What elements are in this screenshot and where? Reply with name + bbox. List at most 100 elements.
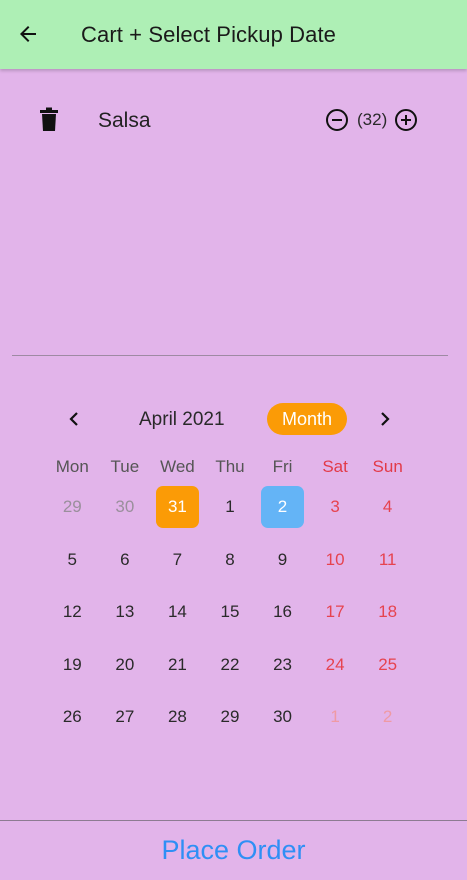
calendar-week: 29 30 31 1 2 3 4 [46, 481, 414, 534]
weekday-wed: Wed [160, 457, 195, 476]
calendar-day[interactable]: 9 [256, 534, 309, 587]
calendar-week: 5 6 7 8 9 10 11 [46, 534, 414, 587]
calendar-day-number: 1 [225, 497, 235, 517]
calendar-day[interactable]: 27 [99, 691, 152, 744]
next-month-button[interactable] [373, 406, 397, 432]
calendar-day-number: 29 [62, 497, 82, 517]
back-button[interactable] [14, 20, 42, 48]
calendar-day-number: 2 [382, 707, 393, 727]
calendar-day-number: 25 [378, 654, 398, 674]
calendar-day[interactable]: 10 [309, 534, 362, 587]
calendar-day[interactable]: 5 [46, 534, 99, 587]
page-title: Cart + Select Pickup Date [81, 22, 337, 47]
delete-item-button[interactable] [38, 106, 60, 132]
calendar-day-number: 28 [167, 707, 187, 727]
calendar-day-number: 5 [67, 549, 78, 569]
calendar-day[interactable]: 24 [309, 639, 362, 692]
calendar-day[interactable]: 8 [204, 534, 257, 587]
calendar-day[interactable]: 15 [204, 586, 257, 639]
calendar-day[interactable]: 29 [204, 691, 257, 744]
increment-button[interactable] [394, 108, 418, 132]
calendar-day-number: 30 [273, 707, 292, 727]
minus-circle-icon [326, 109, 348, 131]
calendar-header: April 2021 Month [0, 400, 467, 438]
prev-month-button[interactable] [62, 406, 86, 432]
calendar-day-number: 9 [277, 549, 288, 569]
quantity-stepper: (32) [325, 107, 418, 133]
weekday-sat: Sat [322, 457, 348, 476]
calendar-day[interactable]: 12 [46, 586, 99, 639]
calendar-day[interactable]: 28 [151, 691, 204, 744]
calendar-day[interactable]: 11 [361, 534, 414, 587]
calendar-day-number: 24 [325, 654, 345, 674]
calendar-day[interactable]: 13 [99, 586, 152, 639]
calendar-day-number: 23 [273, 654, 292, 674]
calendar-week: 12 13 14 15 16 17 18 [46, 586, 414, 639]
calendar-day-number: 22 [220, 654, 240, 674]
calendar-day-number: 16 [273, 602, 292, 622]
calendar-day-number: 8 [225, 549, 235, 569]
calendar-day-number: 20 [115, 654, 135, 674]
cart-item-row: Salsa (32) [0, 96, 467, 146]
chevron-left-icon [69, 412, 78, 426]
calendar-day-number: 7 [172, 549, 183, 569]
calendar-day-number: 15 [220, 602, 240, 622]
format-toggle-button[interactable]: Month [267, 403, 347, 435]
weekday-thu: Thu [215, 457, 245, 476]
cart-item-name: Salsa [98, 109, 151, 132]
calendar-day[interactable]: 17 [309, 586, 362, 639]
calendar-day-number: 19 [62, 654, 82, 674]
calendar-day[interactable]: 16 [256, 586, 309, 639]
section-divider [12, 355, 448, 356]
calendar-day-selected[interactable]: 2 [256, 481, 309, 534]
calendar-week: 26 27 28 29 30 1 2 [46, 691, 414, 744]
calendar-day[interactable]: 2 [361, 691, 414, 744]
calendar-day-number: 27 [115, 707, 135, 727]
calendar-day-number: 6 [120, 549, 130, 569]
calendar-day[interactable]: 30 [99, 481, 152, 534]
calendar-day[interactable]: 20 [99, 639, 152, 692]
weekday-sun: Sun [372, 457, 403, 476]
calendar-day[interactable]: 25 [361, 639, 414, 692]
calendar-day-number: 10 [325, 549, 345, 569]
calendar-grid: 29 30 31 1 2 3 4 5 6 7 8 9 10 11 12 13 14 15 16 17 18 19 20 21 2… [46, 481, 414, 744]
calendar-day-number: 31 [167, 497, 187, 517]
calendar-day-number: 1 [330, 707, 340, 727]
calendar-day[interactable]: 18 [361, 586, 414, 639]
calendar-day[interactable]: 3 [309, 481, 362, 534]
calendar-day[interactable]: 29 [46, 481, 99, 534]
calendar-day[interactable]: 14 [151, 586, 204, 639]
calendar-day[interactable]: 4 [361, 481, 414, 534]
calendar-week: 19 20 21 22 23 24 25 [46, 639, 414, 692]
calendar-day[interactable]: 21 [151, 639, 204, 692]
calendar-day-number: 2 [277, 497, 288, 517]
calendar-day-number: 4 [382, 497, 393, 517]
calendar-day[interactable]: 1 [309, 691, 362, 744]
calendar-day-number: 18 [378, 602, 398, 622]
calendar-day[interactable]: 6 [99, 534, 152, 587]
trash-icon [40, 107, 58, 131]
calendar-day[interactable]: 7 [151, 534, 204, 587]
calendar-day-number: 26 [62, 707, 82, 727]
plus-circle-icon [395, 109, 418, 131]
place-order-button[interactable]: Place Order [0, 821, 467, 880]
calendar-day-number: 21 [167, 654, 187, 674]
chevron-right-icon [381, 412, 390, 426]
calendar-day-number: 12 [62, 602, 82, 622]
calendar-day[interactable]: 30 [256, 691, 309, 744]
decrement-button[interactable] [325, 108, 349, 132]
weekday-tue: Tue [110, 457, 140, 476]
calendar-day[interactable]: 1 [204, 481, 257, 534]
arrow-left-icon [20, 26, 36, 42]
calendar-day-today[interactable]: 31 [151, 481, 204, 534]
calendar-day-number: 3 [330, 497, 340, 517]
calendar-day[interactable]: 26 [46, 691, 99, 744]
month-label[interactable]: April 2021 [139, 409, 225, 431]
calendar-day[interactable]: 19 [46, 639, 99, 692]
calendar-day[interactable]: 22 [204, 639, 257, 692]
calendar-day-number: 11 [378, 549, 397, 569]
weekday-row: Mon Tue Wed Thu Fri Sat Sun [46, 457, 414, 481]
calendar-day[interactable]: 23 [256, 639, 309, 692]
quantity-value: (32) [357, 110, 388, 129]
calendar-day-number: 17 [325, 602, 345, 622]
